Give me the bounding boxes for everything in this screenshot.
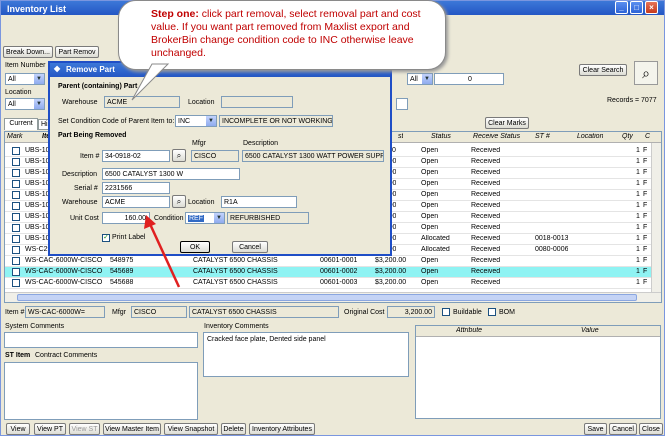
callout-pointer <box>131 63 170 101</box>
annotation-overlay <box>131 63 181 288</box>
red-arrow <box>148 223 181 288</box>
